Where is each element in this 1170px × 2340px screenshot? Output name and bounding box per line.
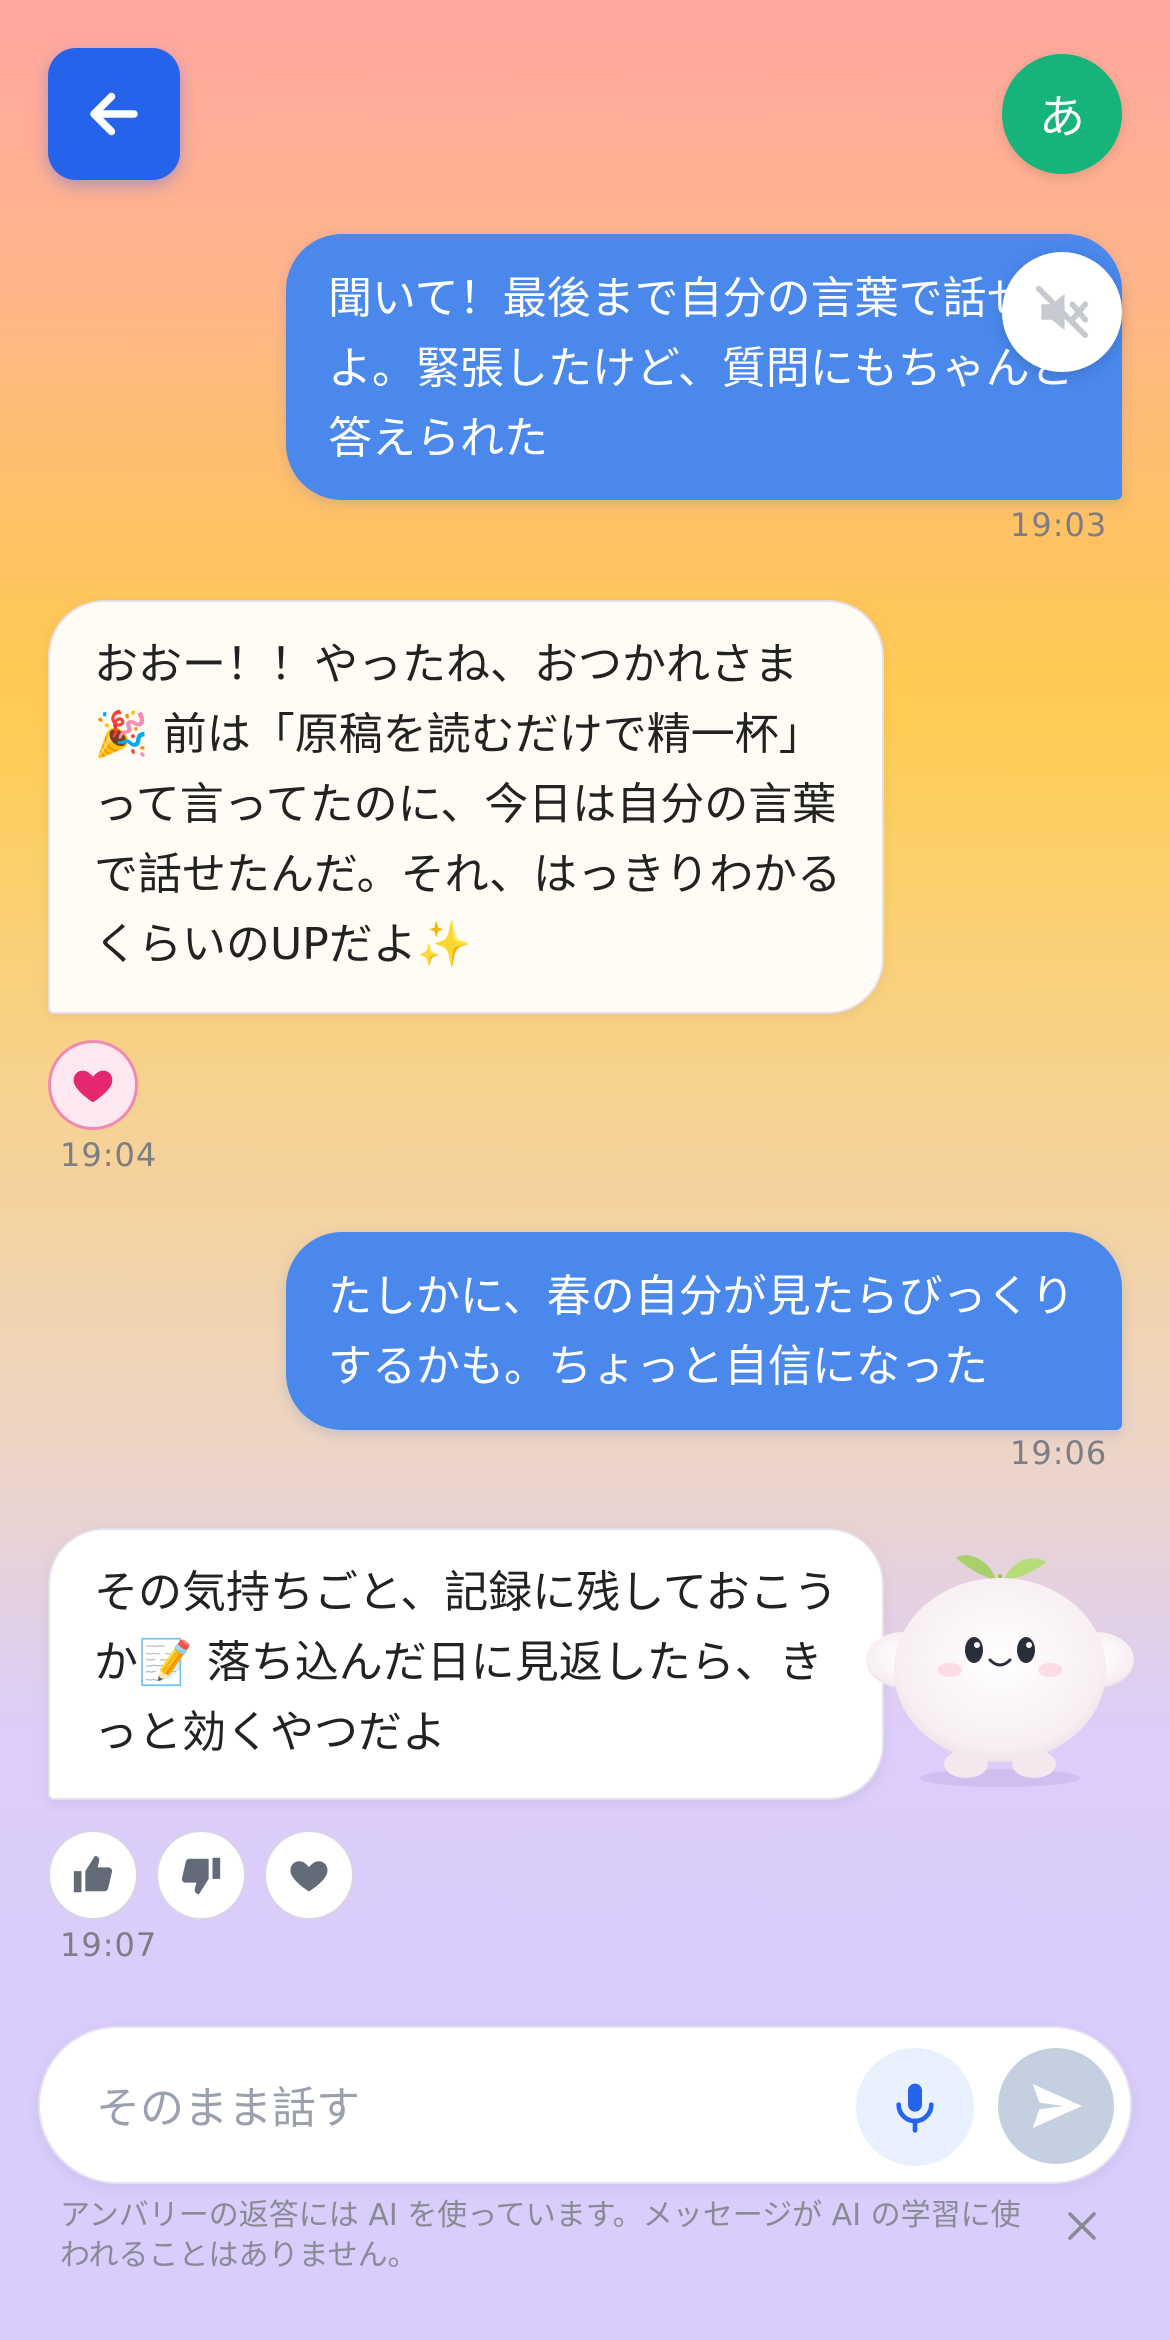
- message-composer: [38, 2026, 1132, 2184]
- message-timestamp: 19:06: [1010, 1434, 1108, 1472]
- speaker-muted-icon: [1035, 285, 1089, 339]
- heart-icon: [290, 1861, 328, 1892]
- thumbs-up-icon: [73, 1855, 113, 1893]
- arrow-left-icon: [90, 92, 138, 136]
- close-disclaimer-button[interactable]: [1052, 2196, 1112, 2256]
- close-icon: [1068, 2212, 1096, 2240]
- message-text: その気持ちごと、記録に残しておこうか📝 落ち込んだ日に見返したら、きっと効くやつ…: [94, 1567, 838, 1758]
- message-timestamp: 19:07: [60, 1926, 158, 1964]
- message-input[interactable]: [94, 2072, 878, 2144]
- microphone-button[interactable]: [856, 2048, 974, 2166]
- mascot-character: [866, 1555, 1134, 1787]
- user-message-bubble: たしかに、春の自分が見たらびっくりするかも。ちょっと自信になった: [286, 1232, 1122, 1430]
- message-timestamp: 19:03: [1010, 506, 1108, 544]
- bot-message-bubble: おおー！！やったね、おつかれさま🎉 前は「原稿を読むだけで精一杯」って言ってたの…: [48, 600, 884, 1014]
- back-button[interactable]: [48, 48, 180, 180]
- favorite-button[interactable]: [264, 1830, 354, 1920]
- message-text: たしかに、春の自分が見たらびっくりするかも。ちょっと自信になった: [328, 1271, 1075, 1392]
- send-icon: [1032, 2084, 1082, 2128]
- thumbs-up-button[interactable]: [48, 1830, 138, 1920]
- heart-icon: [73, 1070, 113, 1103]
- message-text: 聞いて！最後まで自分の言葉で話せたよ。緊張したけど、質問にもちゃんと答えられた: [328, 273, 1075, 464]
- message-text: おおー！！やったね、おつかれさま🎉 前は「原稿を読むだけで精一杯」って言ってたの…: [94, 639, 842, 970]
- message-timestamp: 19:04: [60, 1136, 158, 1174]
- user-avatar[interactable]: あ: [1002, 54, 1122, 174]
- mute-button[interactable]: [1002, 252, 1122, 372]
- microphone-icon: [896, 2083, 934, 2133]
- user-message-bubble: 聞いて！最後まで自分の言葉で話せたよ。緊張したけど、質問にもちゃんと答えられた: [286, 234, 1122, 500]
- send-button[interactable]: [998, 2048, 1114, 2164]
- ai-disclaimer: アンバリーの返答には AI を使っています。メッセージが AI の学習に使われる…: [60, 2198, 1021, 2273]
- thumbs-down-icon: [181, 1857, 221, 1895]
- thumbs-down-button[interactable]: [156, 1830, 246, 1920]
- bot-message-bubble: その気持ちごと、記録に残しておこうか📝 落ち込んだ日に見返したら、きっと効くやつ…: [48, 1528, 884, 1800]
- heart-reaction[interactable]: [48, 1040, 138, 1130]
